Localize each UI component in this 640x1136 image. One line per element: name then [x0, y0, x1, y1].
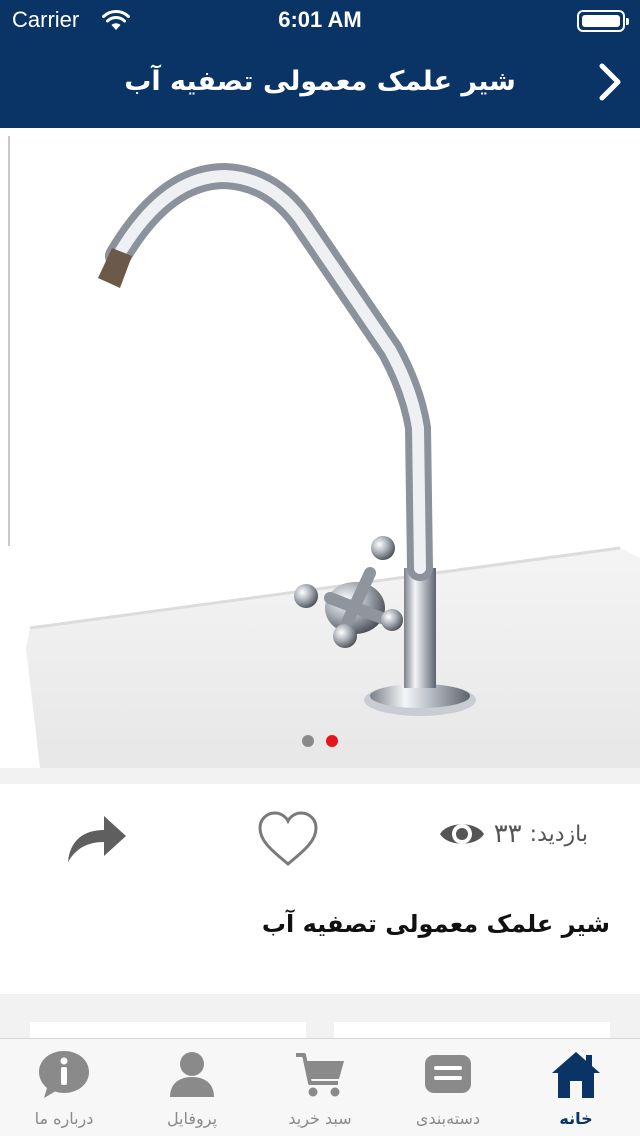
- tab-label: سبد خرید: [288, 1109, 352, 1128]
- page-title: شیر علمک معمولی تصفیه آب: [124, 66, 516, 97]
- tab-categories[interactable]: دسته‌بندی: [384, 1039, 512, 1136]
- view-count: ۳۳: [493, 819, 522, 849]
- gallery-page-dots[interactable]: [0, 732, 640, 751]
- battery-icon: [577, 10, 629, 32]
- view-count-label: بازدید:: [529, 821, 588, 847]
- tab-label: دسته‌بندی: [415, 1109, 481, 1128]
- page-dot[interactable]: [326, 735, 338, 747]
- home-icon: [552, 1052, 600, 1098]
- category-icon: [425, 1055, 471, 1093]
- product-info-card: ۳۳ بازدید: شیر علمک معمولی تصفیه آب: [0, 784, 640, 994]
- tab-label: پروفایل: [166, 1109, 218, 1128]
- tab-label: خانه: [559, 1109, 593, 1128]
- top-bar: Carrier 6:01 AM شیر علمک معمولی تصفیه آب: [0, 0, 640, 128]
- page-dot[interactable]: [302, 735, 314, 747]
- eye-icon: [439, 824, 484, 844]
- product-image-gallery[interactable]: [0, 128, 640, 768]
- share-icon[interactable]: [62, 810, 128, 866]
- tab-home[interactable]: خانه: [512, 1039, 640, 1136]
- view-counter: ۳۳ بازدید:: [438, 814, 588, 854]
- status-bar: Carrier 6:01 AM: [0, 0, 640, 40]
- back-chevron-icon[interactable]: [590, 58, 630, 106]
- tab-label: درباره ما: [34, 1109, 94, 1128]
- cart-icon: [296, 1053, 344, 1097]
- product-screen: Carrier 6:01 AM شیر علمک معمولی تصفیه آب: [0, 0, 640, 1136]
- profile-icon: [170, 1052, 214, 1097]
- favorite-heart-icon[interactable]: [256, 810, 320, 868]
- tab-about[interactable]: درباره ما: [0, 1039, 128, 1136]
- tab-profile[interactable]: پروفایل: [128, 1039, 256, 1136]
- product-title: شیر علمک معمولی تصفیه آب: [261, 910, 610, 938]
- tab-cart[interactable]: سبد خرید: [256, 1039, 384, 1136]
- faucet-image: [26, 162, 640, 768]
- clock: 6:01 AM: [278, 7, 362, 32]
- tab-bar: درباره ما پروفایل سبد خرید دس: [0, 1038, 640, 1136]
- info-icon: [39, 1051, 89, 1098]
